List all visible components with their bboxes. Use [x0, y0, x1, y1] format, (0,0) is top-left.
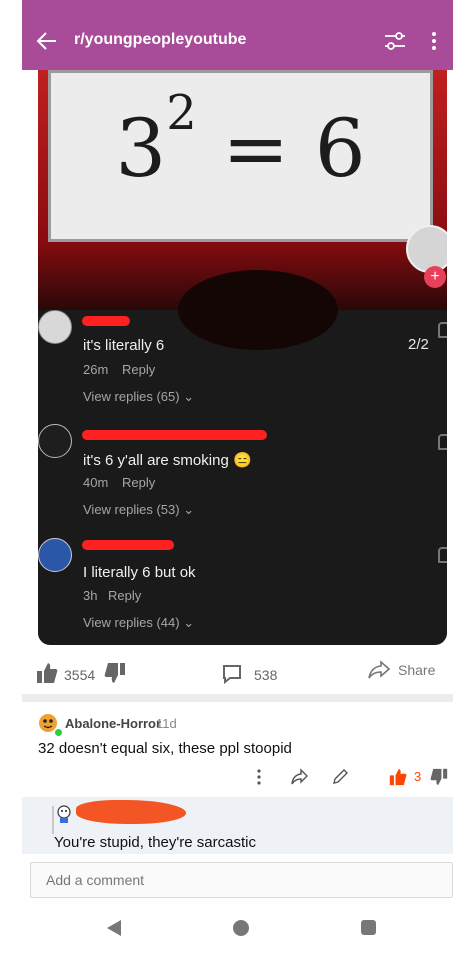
like-heart-icon[interactable]	[438, 322, 447, 338]
whiteboard: 32 = 6	[48, 70, 433, 242]
more-options-icon[interactable]	[250, 768, 268, 786]
redacted-username	[82, 316, 130, 326]
share-button[interactable]: Share	[398, 662, 435, 678]
comment-time: 26m	[83, 362, 109, 377]
page-counter: 2/2	[408, 336, 429, 353]
share-icon[interactable]	[368, 660, 390, 680]
comment-reply-link[interactable]: Reply	[108, 588, 141, 603]
redacted-username	[76, 800, 186, 824]
thread-line	[52, 806, 54, 834]
comment-text: it's literally 6	[83, 337, 165, 354]
comment-avatar	[38, 424, 72, 458]
comment-time: 40m	[83, 475, 109, 490]
share-icon[interactable]	[290, 768, 308, 786]
view-replies-link[interactable]: View replies (65) ⌄	[83, 389, 194, 405]
section-divider	[22, 694, 453, 702]
view-replies-link[interactable]: View replies (44) ⌄	[83, 615, 194, 631]
add-comment-input[interactable]: Add a comment	[30, 862, 453, 898]
nav-recents-icon[interactable]	[361, 920, 376, 935]
follow-plus-icon[interactable]: +	[424, 266, 446, 288]
nav-home-icon[interactable]	[233, 920, 249, 936]
comment-avatar	[38, 310, 72, 344]
chevron-down-icon: ⌄	[183, 615, 195, 630]
redacted-username	[82, 430, 267, 440]
edit-pencil-icon[interactable]	[331, 768, 349, 786]
media-shadow	[178, 270, 338, 350]
reply-body: You're stupid, they're sarcastic	[54, 834, 256, 851]
comment-icon[interactable]	[222, 664, 242, 684]
view-replies-link[interactable]: View replies (53) ⌄	[83, 502, 194, 518]
redacted-username	[82, 540, 174, 550]
add-comment-placeholder: Add a comment	[46, 872, 145, 888]
comment-avatar	[38, 538, 72, 572]
downvote-icon[interactable]	[430, 768, 448, 786]
creator-avatar[interactable]	[406, 225, 447, 273]
online-indicator	[54, 728, 63, 737]
like-heart-icon[interactable]	[438, 434, 447, 450]
filter-icon[interactable]	[384, 31, 406, 51]
post-comment-count: 538	[254, 667, 278, 683]
comment-text: it's 6 y'all are smoking 😑	[83, 452, 252, 469]
upvote-icon[interactable]	[36, 662, 58, 684]
nav-back-icon[interactable]	[106, 919, 122, 937]
like-heart-icon[interactable]	[438, 547, 447, 563]
subreddit-title: r/youngpeopleyoutube	[74, 31, 247, 48]
equation-text: 32 = 6	[115, 85, 366, 195]
comment-body: 32 doesn't equal six, these ppl stoopid	[38, 740, 292, 757]
back-arrow-icon[interactable]	[36, 30, 58, 52]
post-media[interactable]: 32 = 6 + 2/2 it's literally 6 26m Reply …	[38, 70, 447, 645]
post-vote-count: 3554	[64, 667, 96, 683]
comment-age: 11d	[156, 716, 177, 731]
more-options-icon[interactable]	[429, 31, 439, 51]
upvote-icon[interactable]	[389, 768, 407, 786]
comment-text: I literally 6 but ok	[83, 564, 196, 581]
comment-score: 3	[414, 769, 422, 784]
chevron-down-icon: ⌄	[183, 502, 195, 517]
comment-author[interactable]: Abalone-Horror	[65, 716, 161, 731]
top-bar: r/youngpeopleyoutube	[22, 0, 453, 70]
reply-avatar[interactable]	[55, 804, 73, 824]
comment-reply-link[interactable]: Reply	[122, 475, 155, 490]
comment-time: 3h	[83, 588, 98, 603]
comment-reply-link[interactable]: Reply	[122, 362, 155, 377]
chevron-down-icon: ⌄	[183, 389, 195, 404]
downvote-icon[interactable]	[104, 662, 126, 684]
